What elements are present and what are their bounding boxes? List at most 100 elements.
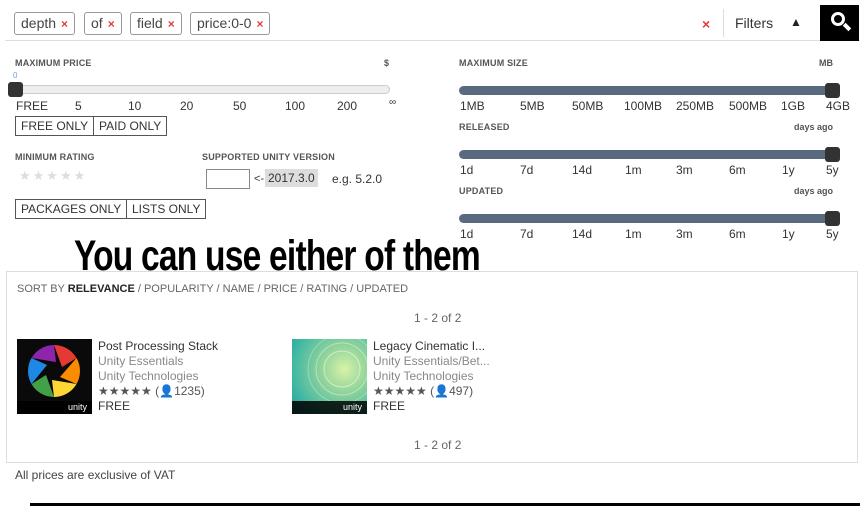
product-thumbnail[interactable]: unity bbox=[292, 339, 367, 414]
price-slider-track[interactable] bbox=[10, 85, 390, 94]
price-tick: 100 bbox=[285, 99, 306, 113]
chip-label: field bbox=[137, 15, 163, 31]
price-label: MAXIMUM PRICE bbox=[15, 58, 92, 68]
updated-label: UPDATED bbox=[459, 186, 504, 196]
search-chip[interactable]: of × bbox=[84, 12, 122, 35]
released-tick: 1d bbox=[460, 163, 474, 177]
size-tick: 100MB bbox=[624, 99, 663, 113]
overlay-caption: You can use either of them bbox=[74, 232, 481, 280]
unity-version-example: e.g. 5.2.0 bbox=[332, 172, 383, 186]
pagination-bottom: 1 - 2 of 2 bbox=[414, 438, 462, 452]
sort-other-options[interactable]: / POPULARITY / NAME / PRICE / RATING / U… bbox=[138, 283, 408, 295]
price-tick: 5 bbox=[75, 99, 82, 113]
unity-version-label: SUPPORTED UNITY VERSION bbox=[202, 152, 335, 162]
updated-slider-handle[interactable] bbox=[825, 211, 840, 226]
released-tick: 6m bbox=[729, 163, 746, 177]
product-thumbnail[interactable]: unity bbox=[17, 339, 92, 414]
updated-slider-track[interactable] bbox=[459, 214, 835, 223]
divider bbox=[723, 9, 724, 37]
review-count: (👤1235) bbox=[155, 384, 205, 398]
search-chip[interactable]: field × bbox=[130, 12, 182, 35]
lists-only-button[interactable]: LISTS ONLY bbox=[126, 199, 207, 219]
updated-tick: 1m bbox=[625, 227, 642, 241]
unity-badge: unity bbox=[292, 401, 367, 414]
product-author[interactable]: Unity Technologies bbox=[373, 369, 474, 383]
size-tick: 1MB bbox=[460, 99, 485, 113]
product-rating: ★★★★★ (👤497) bbox=[373, 384, 473, 398]
product-publisher[interactable]: Unity Essentials/Bet... bbox=[373, 354, 490, 368]
size-unit: MB bbox=[819, 58, 833, 68]
search-chip[interactable]: depth × bbox=[14, 12, 76, 35]
released-tick: 3m bbox=[676, 163, 693, 177]
unity-version-input[interactable] bbox=[206, 169, 250, 189]
price-tick: FREE bbox=[16, 99, 49, 113]
vat-note: All prices are exclusive of VAT bbox=[15, 468, 176, 482]
product-price: FREE bbox=[98, 399, 131, 413]
product-title[interactable]: Post Processing Stack bbox=[98, 339, 218, 353]
rating-stars: ★★★★★ bbox=[373, 384, 427, 398]
price-tick: 200 bbox=[337, 99, 358, 113]
updated-tick: 5y bbox=[826, 227, 839, 241]
size-tick: 500MB bbox=[729, 99, 768, 113]
updated-tick: 3m bbox=[676, 227, 693, 241]
price-unit: $ bbox=[384, 58, 390, 68]
released-tick: 14d bbox=[572, 163, 593, 177]
rating-stars: ★★★★★ bbox=[98, 384, 152, 398]
updated-tick: 1y bbox=[782, 227, 795, 241]
rating-stars[interactable]: ★★★★★ bbox=[19, 168, 87, 184]
sort-prefix: SORT BY bbox=[17, 283, 65, 295]
released-tick: 7d bbox=[520, 163, 534, 177]
product-rating: ★★★★★ (👤1235) bbox=[98, 384, 205, 398]
results-panel: SORT BY RELEVANCE / POPULARITY / NAME / … bbox=[6, 271, 858, 463]
sort-bar: SORT BY RELEVANCE / POPULARITY / NAME / … bbox=[17, 283, 408, 295]
updated-tick: 14d bbox=[572, 227, 593, 241]
price-slider-handle[interactable] bbox=[8, 82, 23, 97]
price-tick: ∞ bbox=[389, 97, 397, 108]
size-tick: 250MB bbox=[676, 99, 715, 113]
released-slider-handle[interactable] bbox=[825, 147, 840, 162]
packages-only-button[interactable]: PACKAGES ONLY bbox=[15, 199, 128, 219]
unity-version-arrow: <- bbox=[254, 173, 265, 185]
chip-label: depth bbox=[21, 15, 57, 31]
free-only-button[interactable]: FREE ONLY bbox=[15, 116, 95, 136]
paid-only-button[interactable]: PAID ONLY bbox=[93, 116, 168, 136]
size-tick: 1GB bbox=[781, 99, 806, 113]
updated-unit: days ago bbox=[794, 186, 834, 196]
clear-search-icon[interactable]: × bbox=[702, 16, 710, 32]
released-label: RELEASED bbox=[459, 122, 510, 132]
updated-tick: 6m bbox=[729, 227, 746, 241]
price-tick: 50 bbox=[233, 99, 247, 113]
chip-remove-icon[interactable]: × bbox=[108, 17, 115, 31]
unity-version-current[interactable]: 2017.3.0 bbox=[265, 169, 318, 187]
price-tick: 10 bbox=[128, 99, 142, 113]
review-count: (👤497) bbox=[430, 384, 474, 398]
search-chip[interactable]: price:0-0 × bbox=[190, 12, 271, 35]
unity-badge: unity bbox=[17, 401, 92, 414]
released-unit: days ago bbox=[794, 122, 834, 132]
size-tick: 50MB bbox=[572, 99, 604, 113]
price-current-value: 0 bbox=[13, 71, 18, 80]
chip-remove-icon[interactable]: × bbox=[61, 17, 68, 31]
chip-remove-icon[interactable]: × bbox=[256, 17, 263, 31]
filters-toggle[interactable]: Filters bbox=[735, 15, 773, 31]
product-publisher[interactable]: Unity Essentials bbox=[98, 354, 183, 368]
sort-option-relevance[interactable]: RELEVANCE bbox=[68, 283, 135, 295]
search-bar: depth × of × field × price:0-0 × × Filters ▲ bbox=[5, 5, 860, 41]
size-slider-handle[interactable] bbox=[825, 83, 840, 98]
product-title[interactable]: Legacy Cinematic I... bbox=[373, 339, 485, 353]
search-icon-handle bbox=[842, 22, 852, 32]
search-button[interactable] bbox=[820, 5, 859, 41]
caret-up-icon[interactable]: ▲ bbox=[790, 15, 802, 29]
size-slider-track[interactable] bbox=[459, 86, 835, 95]
released-slider-track[interactable] bbox=[459, 150, 835, 159]
chip-remove-icon[interactable]: × bbox=[168, 17, 175, 31]
size-tick: 5MB bbox=[520, 99, 545, 113]
chip-label: of bbox=[91, 15, 103, 31]
released-tick: 1y bbox=[782, 163, 795, 177]
product-price: FREE bbox=[373, 399, 406, 413]
released-tick: 1m bbox=[625, 163, 642, 177]
updated-tick: 7d bbox=[520, 227, 534, 241]
size-tick: 4GB bbox=[826, 99, 851, 113]
rating-label: MINIMUM RATING bbox=[15, 152, 95, 162]
product-author[interactable]: Unity Technologies bbox=[98, 369, 199, 383]
